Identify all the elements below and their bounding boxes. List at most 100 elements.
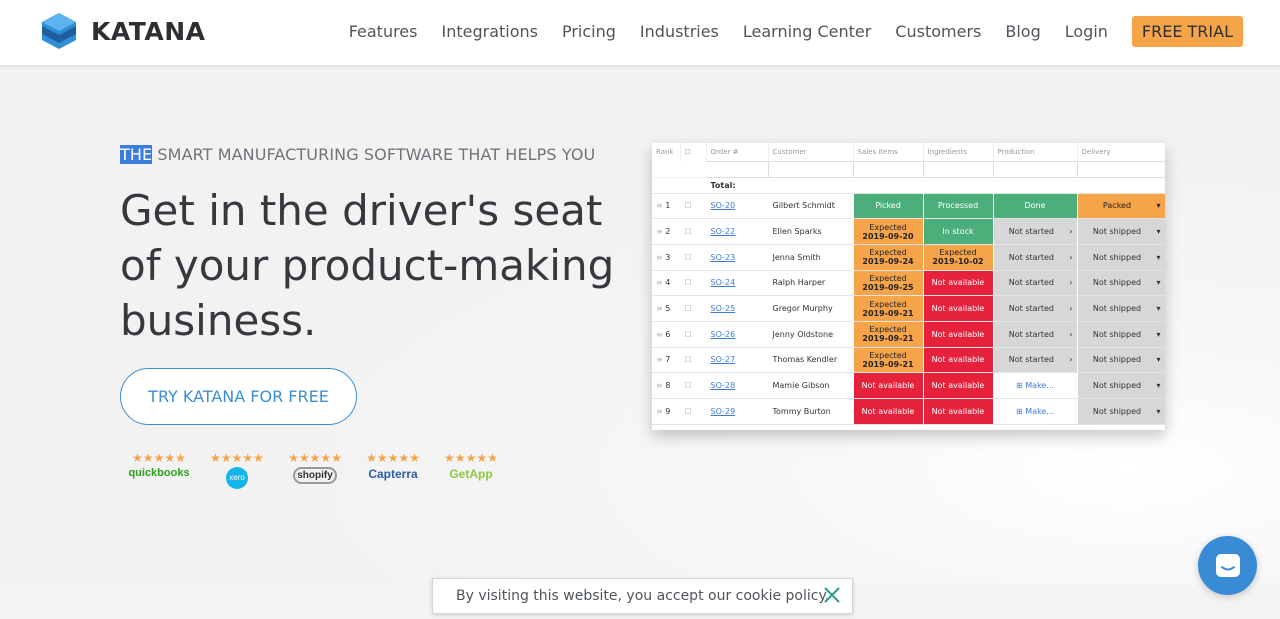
delivery-status[interactable]: Packed ▾ — [1077, 193, 1165, 220]
select-cell[interactable]: ☐ — [680, 244, 707, 271]
order-link[interactable]: SO-29 — [711, 407, 736, 416]
production-status[interactable]: ⊞ Make... — [993, 398, 1078, 425]
select-cell[interactable]: ☐ — [680, 321, 707, 348]
chevron-down-icon[interactable]: ▾ — [1156, 304, 1160, 313]
select-cell[interactable]: ☐ — [680, 193, 707, 220]
production-status[interactable]: ⊞ Make... — [993, 372, 1078, 399]
filter-input[interactable] — [1076, 160, 1165, 178]
chevron-down-icon[interactable]: ▾ — [1156, 381, 1160, 390]
sales-items-status[interactable]: Expected 2019-09-24 — [853, 244, 924, 271]
table-row[interactable]: ≡ 4 ☐ SO-24 Ralph Harper Expected 2019-09-25 N… — [652, 270, 1165, 297]
ingredients-status[interactable]: Expected 2019-10-02 — [923, 244, 994, 271]
ingredients-status[interactable]: Not available — [923, 321, 994, 348]
select-cell[interactable]: ☐ — [680, 218, 707, 245]
table-row[interactable]: ≡ 9 ☐ SO-29 Tommy Burton Not available Not av… — [652, 398, 1165, 425]
close-icon[interactable] — [822, 585, 842, 605]
order-cell[interactable]: SO-22 — [706, 218, 769, 245]
order-cell[interactable]: SO-24 — [706, 270, 769, 297]
order-cell[interactable]: SO-20 — [706, 193, 769, 220]
chevron-down-icon[interactable]: ▾ — [1156, 355, 1160, 364]
sales-items-status[interactable]: Expected 2019-09-21 — [853, 295, 924, 322]
order-cell[interactable]: SO-26 — [706, 321, 769, 348]
nav-blog[interactable]: Blog — [1005, 22, 1040, 41]
checkbox-icon[interactable]: ☐ — [685, 253, 692, 262]
ingredients-status[interactable]: In stock — [923, 218, 994, 245]
order-link[interactable]: SO-25 — [711, 304, 736, 313]
order-link[interactable]: SO-20 — [711, 201, 736, 210]
free-trial-button[interactable]: FREE TRIAL — [1131, 16, 1243, 47]
ingredients-status[interactable]: Not available — [923, 372, 994, 399]
delivery-status[interactable]: Not shipped ▾ — [1077, 398, 1165, 425]
checkbox-icon[interactable]: ☐ — [685, 227, 692, 236]
production-status[interactable]: Done — [993, 193, 1078, 220]
chevron-down-icon[interactable]: ▾ — [1156, 330, 1160, 339]
filter-input[interactable] — [705, 160, 769, 178]
make-link[interactable]: Make... — [1025, 407, 1054, 416]
chevron-down-icon[interactable]: ▾ — [1156, 407, 1160, 416]
chevron-down-icon[interactable]: ▾ — [1156, 253, 1160, 262]
checkbox-icon[interactable]: ☐ — [685, 355, 692, 364]
sales-items-status[interactable]: Expected 2019-09-25 — [853, 270, 924, 297]
table-row[interactable]: ≡ 6 ☐ SO-26 Jenny Oldstone Expected 2019-09-2… — [652, 321, 1165, 348]
order-link[interactable]: SO-28 — [711, 381, 736, 390]
checkbox-icon[interactable]: ☐ — [685, 330, 692, 339]
checkbox-icon[interactable]: ☐ — [685, 381, 692, 390]
order-link[interactable]: SO-23 — [711, 253, 736, 262]
table-row[interactable]: ≡ 8 ☐ SO-28 Mamie Gibson Not available Not av… — [652, 372, 1165, 399]
logo[interactable]: KATANA — [41, 12, 206, 50]
order-cell[interactable]: SO-25 — [706, 295, 769, 322]
order-cell[interactable]: SO-28 — [706, 372, 769, 399]
select-cell[interactable]: ☐ — [680, 398, 707, 425]
checkbox-icon[interactable]: ☐ — [685, 407, 692, 416]
table-row[interactable]: ≡ 7 ☐ SO-27 Thomas Kendler Expected 2019-09-2… — [652, 347, 1165, 374]
production-status[interactable]: Not started › — [993, 270, 1078, 297]
ingredients-status[interactable]: Processed — [923, 193, 994, 220]
production-status[interactable]: Not started › — [993, 347, 1078, 374]
delivery-status[interactable]: Not shipped ▾ — [1077, 218, 1165, 245]
checkbox-icon[interactable]: ☐ — [685, 278, 692, 287]
nav-login[interactable]: Login — [1065, 22, 1108, 41]
delivery-status[interactable]: Not shipped ▾ — [1077, 321, 1165, 348]
sales-items-status[interactable]: Not available — [853, 398, 924, 425]
ingredients-status[interactable]: Not available — [923, 398, 994, 425]
select-cell[interactable]: ☐ — [680, 270, 707, 297]
filter-input[interactable] — [922, 160, 994, 178]
order-link[interactable]: SO-27 — [711, 355, 736, 364]
ingredients-status[interactable]: Not available — [923, 347, 994, 374]
chevron-down-icon[interactable]: ▾ — [1156, 278, 1160, 287]
delivery-status[interactable]: Not shipped ▾ — [1077, 295, 1165, 322]
order-cell[interactable]: SO-29 — [706, 398, 769, 425]
chevron-down-icon[interactable]: ▾ — [1156, 201, 1160, 210]
sales-items-status[interactable]: Expected 2019-09-21 — [853, 347, 924, 374]
nav-integrations[interactable]: Integrations — [441, 22, 538, 41]
select-cell[interactable]: ☐ — [680, 347, 707, 374]
filter-input[interactable] — [852, 160, 924, 178]
table-row[interactable]: ≡ 3 ☐ SO-23 Jenna Smith Expected 2019-09-24 Ex… — [652, 244, 1165, 271]
table-row[interactable]: ≡ 2 ☐ SO-22 Ellen Sparks Expected 2019-09-20 I… — [652, 218, 1165, 245]
try-katana-button[interactable]: TRY KATANA FOR FREE — [120, 368, 357, 425]
checkbox-icon[interactable]: ☐ — [685, 201, 692, 210]
production-status[interactable]: Not started › — [993, 218, 1078, 245]
order-cell[interactable]: SO-27 — [706, 347, 769, 374]
order-cell[interactable]: SO-23 — [706, 244, 769, 271]
select-cell[interactable]: ☐ — [680, 372, 707, 399]
delivery-status[interactable]: Not shipped ▾ — [1077, 372, 1165, 399]
nav-industries[interactable]: Industries — [640, 22, 719, 41]
ingredients-status[interactable]: Not available — [923, 295, 994, 322]
delivery-status[interactable]: Not shipped ▾ — [1077, 347, 1165, 374]
sales-items-status[interactable]: Expected 2019-09-20 — [853, 218, 924, 245]
sales-items-status[interactable]: Expected 2019-09-21 — [853, 321, 924, 348]
order-link[interactable]: SO-22 — [711, 227, 736, 236]
nav-customers[interactable]: Customers — [895, 22, 981, 41]
delivery-status[interactable]: Not shipped ▾ — [1077, 244, 1165, 271]
chat-launcher-button[interactable] — [1198, 536, 1257, 595]
nav-pricing[interactable]: Pricing — [562, 22, 616, 41]
filter-input[interactable] — [767, 160, 854, 178]
order-link[interactable]: SO-26 — [711, 330, 736, 339]
production-status[interactable]: Not started › — [993, 295, 1078, 322]
table-row[interactable]: ≡ 1 ☐ SO-20 Gilbert Schmidt Picked Processed D… — [652, 193, 1165, 220]
chevron-down-icon[interactable]: ▾ — [1156, 227, 1160, 236]
delivery-status[interactable]: Not shipped ▾ — [1077, 270, 1165, 297]
select-cell[interactable]: ☐ — [680, 295, 707, 322]
filter-input[interactable] — [992, 160, 1078, 178]
